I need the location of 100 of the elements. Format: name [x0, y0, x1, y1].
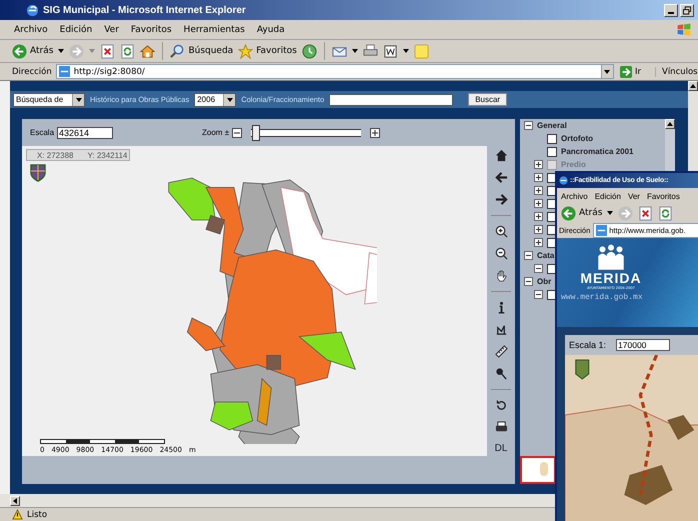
home-icon[interactable]	[494, 149, 508, 162]
zoom-out-icon[interactable]	[494, 247, 508, 260]
page-icon	[596, 225, 608, 236]
back-button[interactable]: Atrás	[12, 44, 54, 58]
back-arrow-icon	[12, 44, 27, 58]
coat-of-arms-icon	[28, 162, 48, 182]
colonia-field[interactable]	[329, 94, 454, 106]
right-arrow-icon[interactable]	[494, 193, 508, 206]
expand-icon[interactable]	[534, 225, 543, 234]
refresh-icon[interactable]	[494, 399, 508, 412]
collapse-icon[interactable]	[534, 264, 543, 273]
layer-group-label[interactable]: General	[537, 121, 567, 130]
back-button[interactable]: Atrás	[561, 206, 602, 221]
collapse-icon[interactable]	[524, 251, 533, 260]
collapse-icon[interactable]	[524, 121, 533, 130]
dropdown-caret-icon[interactable]	[607, 211, 614, 216]
zoom-in-icon[interactable]	[494, 225, 508, 238]
y-coordinate: Y: 2342114	[87, 150, 128, 160]
status-text: Listo	[27, 510, 48, 520]
up-arrow-icon	[690, 84, 696, 88]
refresh-icon[interactable]	[120, 44, 136, 58]
left-arrow-icon	[13, 498, 17, 504]
go-button[interactable]: Ir	[618, 66, 651, 78]
hand-icon[interactable]	[494, 269, 508, 282]
menu-item[interactable]: Ver	[628, 192, 640, 201]
menu-item[interactable]: Ver	[104, 24, 119, 34]
dropdown-caret-icon	[226, 98, 233, 102]
star-icon	[238, 44, 254, 58]
zoom-in-button[interactable]	[370, 128, 380, 138]
expand-icon[interactable]	[534, 212, 543, 221]
menu-item[interactable]: Favoritos	[130, 24, 172, 34]
address-label: Dirección	[12, 66, 52, 76]
stop-icon[interactable]	[638, 206, 654, 221]
layer-label[interactable]: Pancromatica 2001	[561, 147, 634, 156]
expand-icon[interactable]	[534, 238, 543, 247]
dropdown-caret-icon[interactable]	[352, 49, 358, 53]
search-button[interactable]: Búsqueda	[170, 44, 234, 58]
dropdown-caret-icon[interactable]	[402, 49, 409, 53]
menu-item[interactable]: Archivo	[561, 192, 588, 201]
dropdown-caret-icon	[76, 98, 82, 102]
refresh-icon[interactable]	[658, 206, 674, 221]
dropdown-caret-icon[interactable]	[604, 70, 610, 74]
search-mode-dropdown[interactable]: Búsqueda de	[13, 92, 85, 106]
restore-button[interactable]	[680, 4, 694, 16]
left-arrow-icon[interactable]	[494, 171, 508, 184]
word-icon[interactable]	[382, 44, 398, 58]
collapse-icon[interactable]	[534, 290, 543, 299]
menu-item[interactable]: Herramientas	[184, 24, 245, 34]
overview-map[interactable]	[520, 456, 556, 484]
layer-checkbox[interactable]	[547, 146, 557, 156]
scroll-up-button[interactable]	[688, 81, 698, 91]
menu-item[interactable]: Edición	[594, 192, 621, 201]
ruler-icon[interactable]	[494, 345, 508, 358]
menu-item[interactable]: Archivo	[14, 24, 48, 34]
layer-group-label[interactable]: Obr	[537, 277, 552, 286]
scroll-up-button[interactable]	[665, 119, 675, 129]
scale-field[interactable]: 170000	[616, 339, 670, 351]
windows-logo-icon	[676, 22, 692, 38]
search-button[interactable]: Buscar	[468, 93, 508, 106]
restore-icon	[682, 6, 692, 14]
page-icon	[58, 66, 70, 77]
zoom-out-button[interactable]	[232, 128, 242, 138]
go-arrow-icon	[620, 66, 632, 78]
zoom-label: Zoom ±	[202, 128, 230, 137]
scale-label: Escala 1:	[569, 340, 606, 350]
minimize-button[interactable]	[664, 4, 678, 16]
layer-label[interactable]: Ortofoto	[561, 134, 593, 143]
minimize-icon	[668, 12, 674, 14]
menu-item[interactable]: Edición	[60, 24, 92, 34]
year-dropdown[interactable]: 2006	[194, 92, 236, 106]
download-button[interactable]: DL	[494, 443, 508, 454]
collapse-icon[interactable]	[524, 277, 533, 286]
address-field[interactable]: http://sig2:8080/	[56, 64, 614, 79]
expand-icon[interactable]	[534, 199, 543, 208]
dropdown-caret-icon[interactable]	[58, 49, 64, 53]
back-arrow-icon	[561, 206, 576, 221]
layer-group-label[interactable]: Cata	[537, 251, 554, 260]
plus-icon	[371, 128, 380, 136]
scale-label: Escala	[30, 128, 54, 137]
stop-icon[interactable]	[100, 44, 116, 58]
history-icon[interactable]	[302, 44, 317, 58]
expand-icon[interactable]	[534, 186, 543, 195]
up-arrow-icon	[667, 122, 673, 126]
print-icon[interactable]	[494, 421, 508, 434]
pin-icon[interactable]	[494, 367, 508, 380]
warning-icon	[12, 509, 23, 520]
home-icon[interactable]	[140, 44, 156, 58]
window-title: SIG Municipal - Microsoft Internet Explorer	[43, 4, 247, 16]
scroll-left-button[interactable]	[10, 496, 20, 506]
scale-field[interactable]: 432614	[57, 126, 114, 138]
favorites-button[interactable]: Favoritos	[238, 44, 297, 58]
expand-icon[interactable]	[534, 173, 543, 182]
zoom-slider-thumb[interactable]	[252, 124, 260, 140]
search-icon	[170, 44, 186, 58]
x-coordinate: X: 272388	[37, 150, 74, 160]
website-text: www.merida.gob.mx	[561, 293, 644, 302]
logo-text: MERIDA	[580, 270, 642, 286]
menu-item[interactable]: Favoritos	[646, 192, 680, 201]
menu-item[interactable]: Ayuda	[256, 24, 285, 34]
layer-checkbox[interactable]	[547, 134, 557, 144]
